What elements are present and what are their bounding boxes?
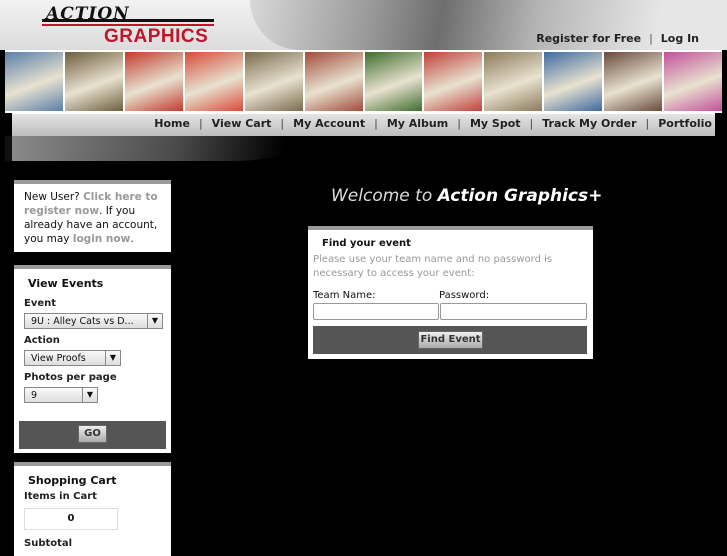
banner-photo <box>184 52 243 111</box>
banner-photo <box>124 52 183 111</box>
site-logo[interactable]: ACTION GRAPHICS + <box>42 4 217 69</box>
find-event-bar: Find Event <box>313 326 587 354</box>
action-label: Action <box>24 335 60 346</box>
nav-separator: | <box>374 117 378 130</box>
nav-portfolio[interactable]: Portfolio <box>655 117 715 130</box>
nav-separator: | <box>280 117 285 130</box>
find-event-button[interactable]: Find Event <box>418 331 483 349</box>
subtotal-label: Subtotal <box>24 538 73 549</box>
nav-my-album[interactable]: My Album <box>384 117 451 130</box>
photo-banner <box>5 50 723 113</box>
team-name-input[interactable] <box>313 303 439 320</box>
nav-separator: | <box>529 117 534 130</box>
nav-separator: | <box>198 117 203 130</box>
welcome-brand: Action Graphics+ <box>437 186 603 206</box>
find-event-title: Find your event <box>322 238 411 249</box>
items-in-cart-value: 0 <box>24 508 118 530</box>
new-user-panel: New User? Click here to register now. If… <box>14 180 171 252</box>
welcome-heading: Welcome to Action Graphics+ <box>331 186 602 206</box>
logo-bar <box>42 19 214 22</box>
nav-home[interactable]: Home <box>151 117 193 130</box>
go-bar: GO <box>19 421 166 449</box>
welcome-prefix: Welcome to <box>331 186 433 206</box>
new-user-suffix: . <box>130 233 134 245</box>
photos-per-page-label: Photos per page <box>24 372 117 383</box>
subheader-swoosh <box>12 136 312 161</box>
action-select[interactable]: View Proofs ▼ <box>24 350 121 366</box>
new-user-prefix: New User? <box>24 191 80 203</box>
nav-my-spot[interactable]: My Spot <box>467 117 524 130</box>
nav-track-order[interactable]: Track My Order <box>539 117 639 130</box>
photos-per-page-select[interactable]: 9 ▼ <box>24 387 98 403</box>
password-input[interactable] <box>440 303 587 320</box>
nav-separator: | <box>645 117 650 130</box>
go-button[interactable]: GO <box>78 425 107 443</box>
nav-separator: | <box>457 117 461 130</box>
items-in-cart-label: Items in Cart <box>24 491 97 502</box>
banner-photo <box>304 52 363 111</box>
view-events-panel: View Events Event 9U : Alley Cats vs D..… <box>14 265 171 453</box>
top-links: Register for Free | Log In <box>528 32 707 45</box>
banner-photo <box>664 52 723 111</box>
view-events-title: View Events <box>28 277 104 290</box>
site-header: ACTION GRAPHICS + Register for Free|Log … <box>0 0 727 69</box>
login-now-link[interactable]: login now <box>73 233 130 245</box>
banner-photo <box>64 52 123 111</box>
banner-photo <box>544 52 603 111</box>
nav-view-cart[interactable]: View Cart <box>209 117 275 130</box>
banner-photo <box>5 52 63 111</box>
find-event-panel: Find your event Please use your team nam… <box>308 226 593 359</box>
banner-photo <box>364 52 423 111</box>
chevron-down-icon[interactable]: ▼ <box>147 314 162 328</box>
banner-photo <box>244 52 303 111</box>
find-event-hint: Please use your team name and no passwor… <box>313 254 553 279</box>
event-label: Event <box>24 298 57 309</box>
chevron-down-icon[interactable]: ▼ <box>105 351 120 365</box>
chevron-down-icon[interactable]: ▼ <box>82 388 97 402</box>
shopping-cart-panel: Shopping Cart Items in Cart 0 Subtotal <box>14 462 171 556</box>
login-link[interactable]: Log In <box>653 32 707 45</box>
action-select-value: View Proofs <box>31 353 86 364</box>
nav-my-account[interactable]: My Account <box>290 117 368 130</box>
banner-photo <box>604 52 663 111</box>
event-select[interactable]: 9U : Alley Cats vs D... ▼ <box>24 313 163 329</box>
photos-per-page-value: 9 <box>31 390 38 401</box>
banner-photo <box>424 52 483 111</box>
cart-title: Shopping Cart <box>28 474 117 487</box>
register-link[interactable]: Register for Free <box>528 32 649 45</box>
team-name-label: Team Name: <box>313 290 376 301</box>
event-select-value: 9U : Alley Cats vs D... <box>31 316 134 327</box>
main-nav: Home | View Cart | My Account | My Album | My Sp… <box>12 113 715 136</box>
banner-photo <box>484 52 543 111</box>
password-label: Password: <box>439 290 490 301</box>
